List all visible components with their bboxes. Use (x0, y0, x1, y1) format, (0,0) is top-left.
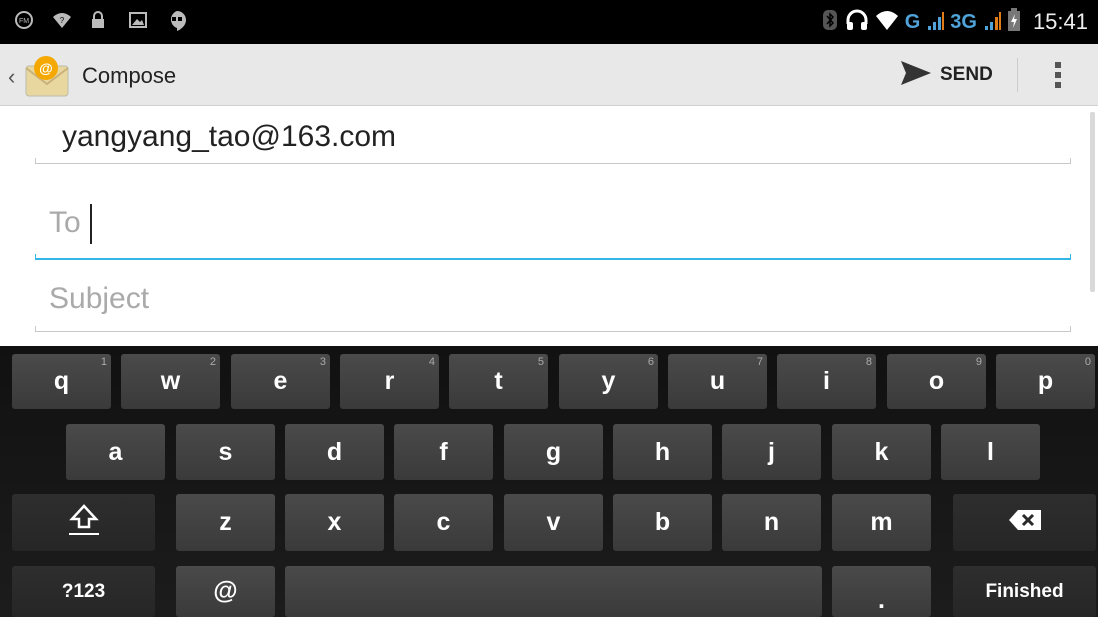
overflow-dot-icon (1055, 82, 1061, 88)
shift-key[interactable] (12, 494, 155, 551)
signal-icon-1 (926, 10, 945, 35)
network-3g-label: 3G (950, 10, 977, 33)
back-chevron-icon[interactable]: ‹ (8, 64, 15, 90)
to-field[interactable]: To (35, 196, 1071, 260)
shift-icon (68, 503, 99, 542)
email-app-icon[interactable]: @ (24, 54, 70, 98)
scrollbar[interactable] (1090, 112, 1095, 292)
signal-icon-2 (983, 10, 1001, 35)
network-g-label: G (904, 10, 921, 33)
key-c[interactable]: c (394, 494, 493, 551)
to-placeholder: To (49, 206, 81, 239)
key-t[interactable]: t5 (449, 354, 548, 409)
send-button[interactable]: SEND (900, 54, 1014, 96)
subject-field[interactable]: Subject (35, 272, 1071, 332)
wifi-icon (875, 9, 899, 36)
key-v[interactable]: v (504, 494, 603, 551)
key-n[interactable]: n (722, 494, 821, 551)
compose-form: yangyang_tao@163.com To Subject (0, 106, 1098, 346)
key-s[interactable]: s (176, 424, 275, 480)
key-j[interactable]: j (722, 424, 821, 480)
svg-text:@: @ (39, 60, 53, 76)
field-underline (35, 254, 1071, 260)
key-g[interactable]: g (504, 424, 603, 480)
at-key[interactable]: @ (176, 566, 275, 617)
wifi-question-icon: ? (52, 10, 72, 32)
finished-key[interactable]: Finished (953, 566, 1096, 617)
battery-icon (1007, 7, 1021, 37)
key-f[interactable]: f (394, 424, 493, 480)
from-account-field[interactable]: yangyang_tao@163.com (35, 116, 1071, 164)
field-underline (35, 158, 1071, 164)
backspace-key[interactable] (953, 494, 1096, 551)
status-system-icons: G 3G 15:41 (821, 6, 1088, 38)
key-q[interactable]: q1 (12, 354, 111, 409)
space-key[interactable] (285, 566, 822, 617)
lock-icon (90, 10, 110, 32)
period-key[interactable]: . (832, 566, 931, 617)
key-m[interactable]: m (832, 494, 931, 551)
from-address: yangyang_tao@163.com (62, 120, 397, 153)
hangouts-icon (166, 10, 186, 32)
key-z[interactable]: z (176, 494, 275, 551)
key-i[interactable]: i8 (777, 354, 876, 409)
fm-radio-icon: FM (14, 10, 34, 32)
key-o[interactable]: o9 (887, 354, 986, 409)
key-d[interactable]: d (285, 424, 384, 480)
key-h[interactable]: h (613, 424, 712, 480)
svg-text:FM: FM (19, 18, 29, 25)
backspace-icon (1008, 509, 1042, 536)
action-bar-divider (1017, 58, 1018, 92)
status-notification-icons: FM ? (14, 10, 186, 32)
key-l[interactable]: l (941, 424, 1040, 480)
soft-keyboard: q1 w2 e3 r4 t5 y6 u7 i8 o9 p0 a s d f g … (0, 346, 1098, 617)
key-k[interactable]: k (832, 424, 931, 480)
headset-icon (845, 8, 869, 37)
overflow-dot-icon (1055, 72, 1061, 78)
key-w[interactable]: w2 (121, 354, 220, 409)
action-bar: ‹ @ Compose SEND (0, 44, 1098, 106)
status-bar: FM ? G 3G 15:41 (0, 0, 1098, 44)
key-y[interactable]: y6 (559, 354, 658, 409)
clock: 15:41 (1032, 9, 1088, 34)
field-underline (35, 326, 1071, 332)
text-cursor (90, 204, 92, 244)
symbols-key[interactable]: ?123 (12, 566, 155, 617)
key-a[interactable]: a (66, 424, 165, 480)
send-icon (900, 59, 932, 92)
key-b[interactable]: b (613, 494, 712, 551)
subject-placeholder: Subject (49, 282, 150, 315)
image-icon (128, 10, 148, 32)
key-x[interactable]: x (285, 494, 384, 551)
send-label: SEND (940, 64, 993, 85)
svg-text:?: ? (60, 16, 65, 25)
key-r[interactable]: r4 (340, 354, 439, 409)
key-e[interactable]: e3 (231, 354, 330, 409)
page-title: Compose (82, 63, 177, 88)
overflow-dot-icon (1055, 62, 1061, 68)
overflow-menu-button[interactable] (1040, 54, 1076, 96)
key-p[interactable]: p0 (996, 354, 1095, 409)
key-u[interactable]: u7 (668, 354, 767, 409)
bluetooth-icon (821, 8, 839, 37)
